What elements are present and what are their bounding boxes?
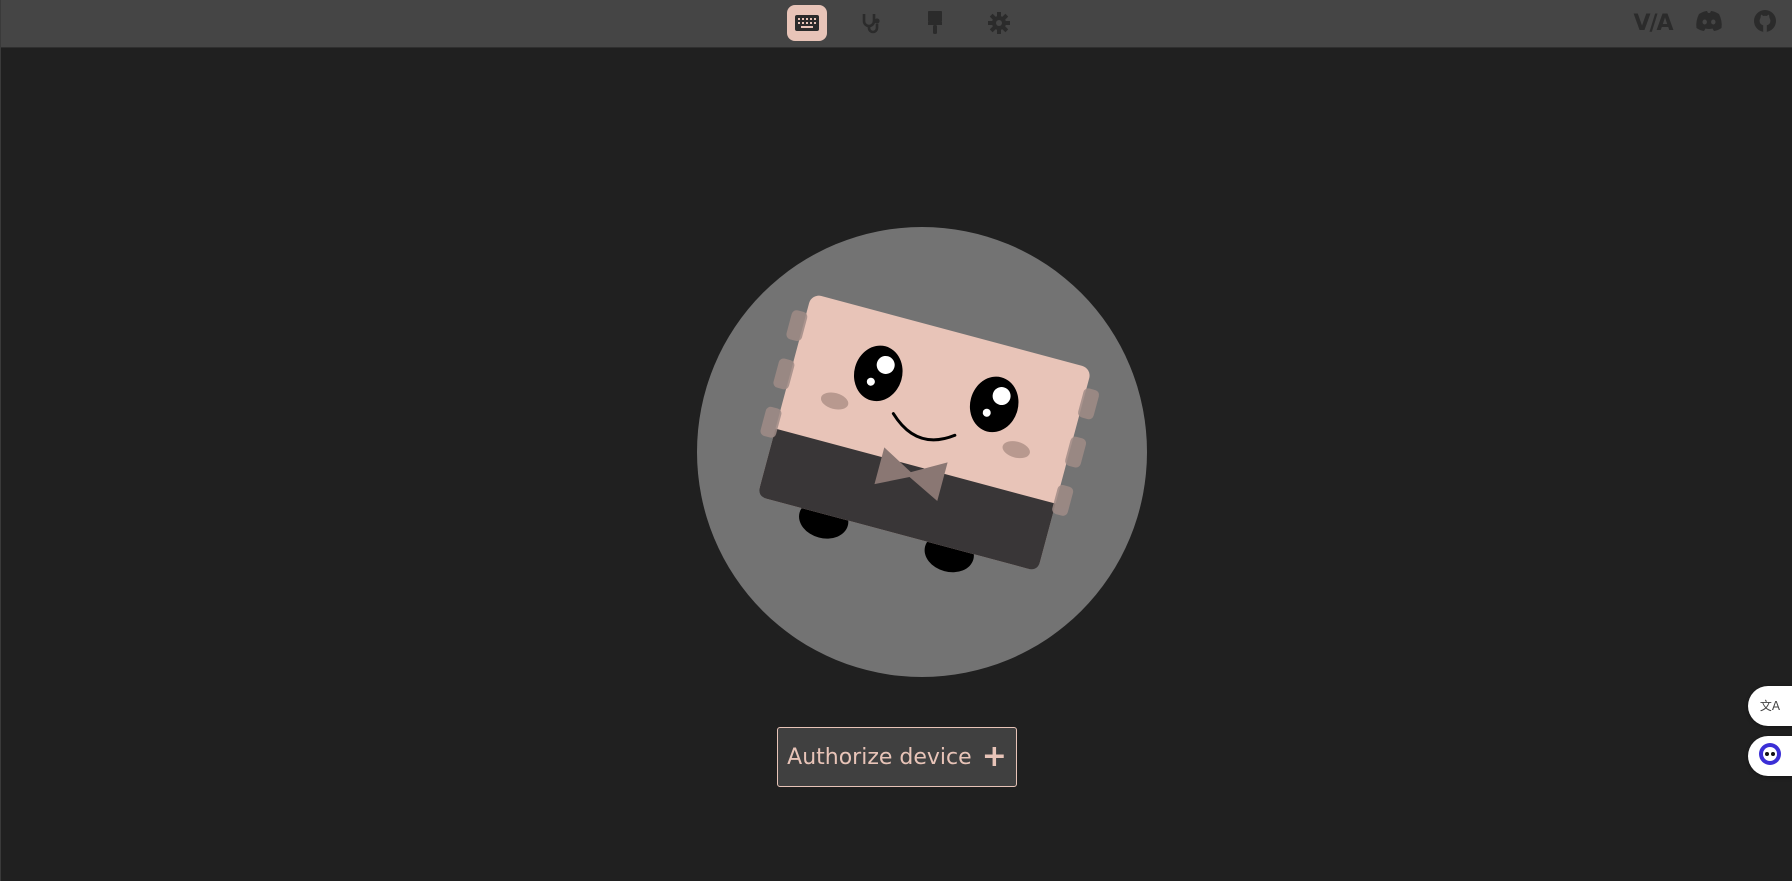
gear-icon — [987, 11, 1011, 35]
nav-configure-button[interactable] — [787, 5, 827, 41]
stethoscope-icon — [859, 11, 883, 35]
discord-icon — [1695, 10, 1723, 36]
app-root: V/A Authorize device + 文A — [0, 0, 1792, 881]
nav-settings-button[interactable] — [979, 5, 1019, 41]
translate-floating-button[interactable]: 文A — [1748, 686, 1792, 726]
translate-icon: 文A — [1759, 699, 1781, 713]
assistant-floating-button[interactable] — [1748, 736, 1792, 776]
paintbrush-icon — [925, 10, 945, 36]
keyboard-mascot-icon — [697, 227, 1147, 677]
discord-link[interactable] — [1681, 5, 1737, 41]
authorize-device-label: Authorize device — [787, 744, 972, 770]
main-nav — [787, 5, 1019, 41]
via-logo: V/A — [1633, 10, 1673, 36]
nav-test-button[interactable] — [851, 5, 891, 41]
nav-design-button[interactable] — [915, 5, 955, 41]
plus-icon: + — [981, 739, 1007, 774]
via-home-link[interactable]: V/A — [1625, 5, 1681, 41]
github-icon — [1753, 9, 1777, 37]
github-link[interactable] — [1737, 5, 1792, 41]
keyboard-icon — [794, 14, 820, 32]
assistant-icon — [1757, 741, 1783, 771]
top-navbar: V/A — [1, 0, 1792, 48]
authorize-device-button[interactable]: Authorize device + — [777, 727, 1017, 787]
external-links: V/A — [1625, 5, 1792, 41]
